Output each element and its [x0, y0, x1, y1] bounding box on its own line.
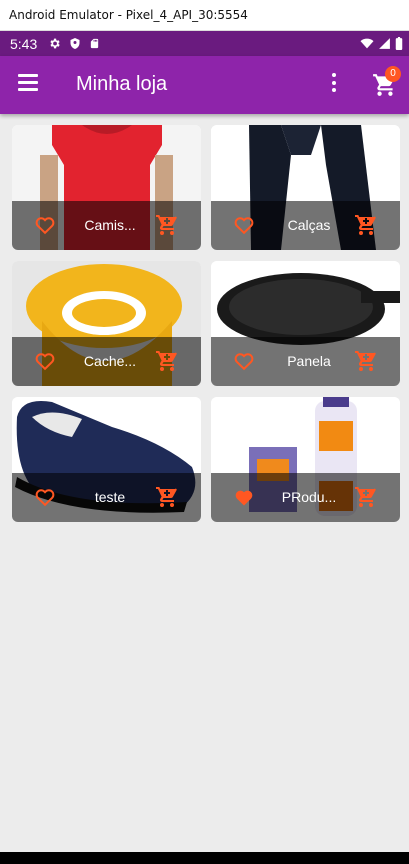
product-card[interactable]: Panela — [211, 261, 400, 386]
add-to-cart-icon[interactable] — [354, 213, 378, 237]
favorite-heart-icon[interactable] — [34, 214, 56, 236]
product-card[interactable]: PRodu... — [211, 397, 400, 522]
product-name: teste — [94, 489, 126, 505]
emulator-title: Android Emulator - Pixel_4_API_30:5554 — [9, 8, 248, 22]
gear-icon — [50, 38, 60, 49]
product-name: Camis... — [84, 217, 136, 233]
product-name: PRodu... — [281, 489, 337, 505]
add-to-cart-icon[interactable] — [354, 349, 378, 373]
product-card[interactable]: Camis... — [12, 125, 201, 250]
add-to-cart-icon[interactable] — [155, 349, 179, 373]
favorite-heart-icon[interactable] — [34, 486, 56, 508]
add-to-cart-icon[interactable] — [354, 485, 378, 509]
product-card[interactable]: Cache... — [12, 261, 201, 386]
add-to-cart-icon[interactable] — [155, 213, 179, 237]
signal-icon — [379, 38, 390, 49]
system-nav-bar — [0, 852, 409, 864]
product-name: Cache... — [83, 353, 137, 369]
product-card[interactable]: teste — [12, 397, 201, 522]
more-options-icon[interactable] — [326, 73, 342, 97]
status-time: 5:43 — [10, 36, 38, 52]
sd-card-icon — [90, 38, 99, 49]
favorite-heart-icon[interactable] — [233, 350, 255, 372]
app-bar: Minha loja — [0, 56, 409, 114]
cart-count-badge: 0 — [385, 66, 401, 82]
page-title: Minha loja — [76, 73, 168, 95]
status-bar: 5:43 — [0, 31, 409, 56]
product-name: Panela — [287, 353, 331, 369]
emulator-title-bar: Android Emulator - Pixel_4_API_30:5554 — [0, 0, 409, 31]
menu-icon[interactable] — [18, 74, 40, 96]
battery-icon — [395, 37, 403, 50]
wifi-icon — [360, 38, 374, 49]
favorite-heart-icon[interactable] — [233, 486, 255, 508]
favorite-heart-icon[interactable] — [34, 350, 56, 372]
product-name: Calças — [287, 217, 331, 233]
favorite-heart-icon[interactable] — [233, 214, 255, 236]
shield-icon — [70, 38, 80, 49]
add-to-cart-icon[interactable] — [155, 485, 179, 509]
product-card[interactable]: Calças — [211, 125, 400, 250]
